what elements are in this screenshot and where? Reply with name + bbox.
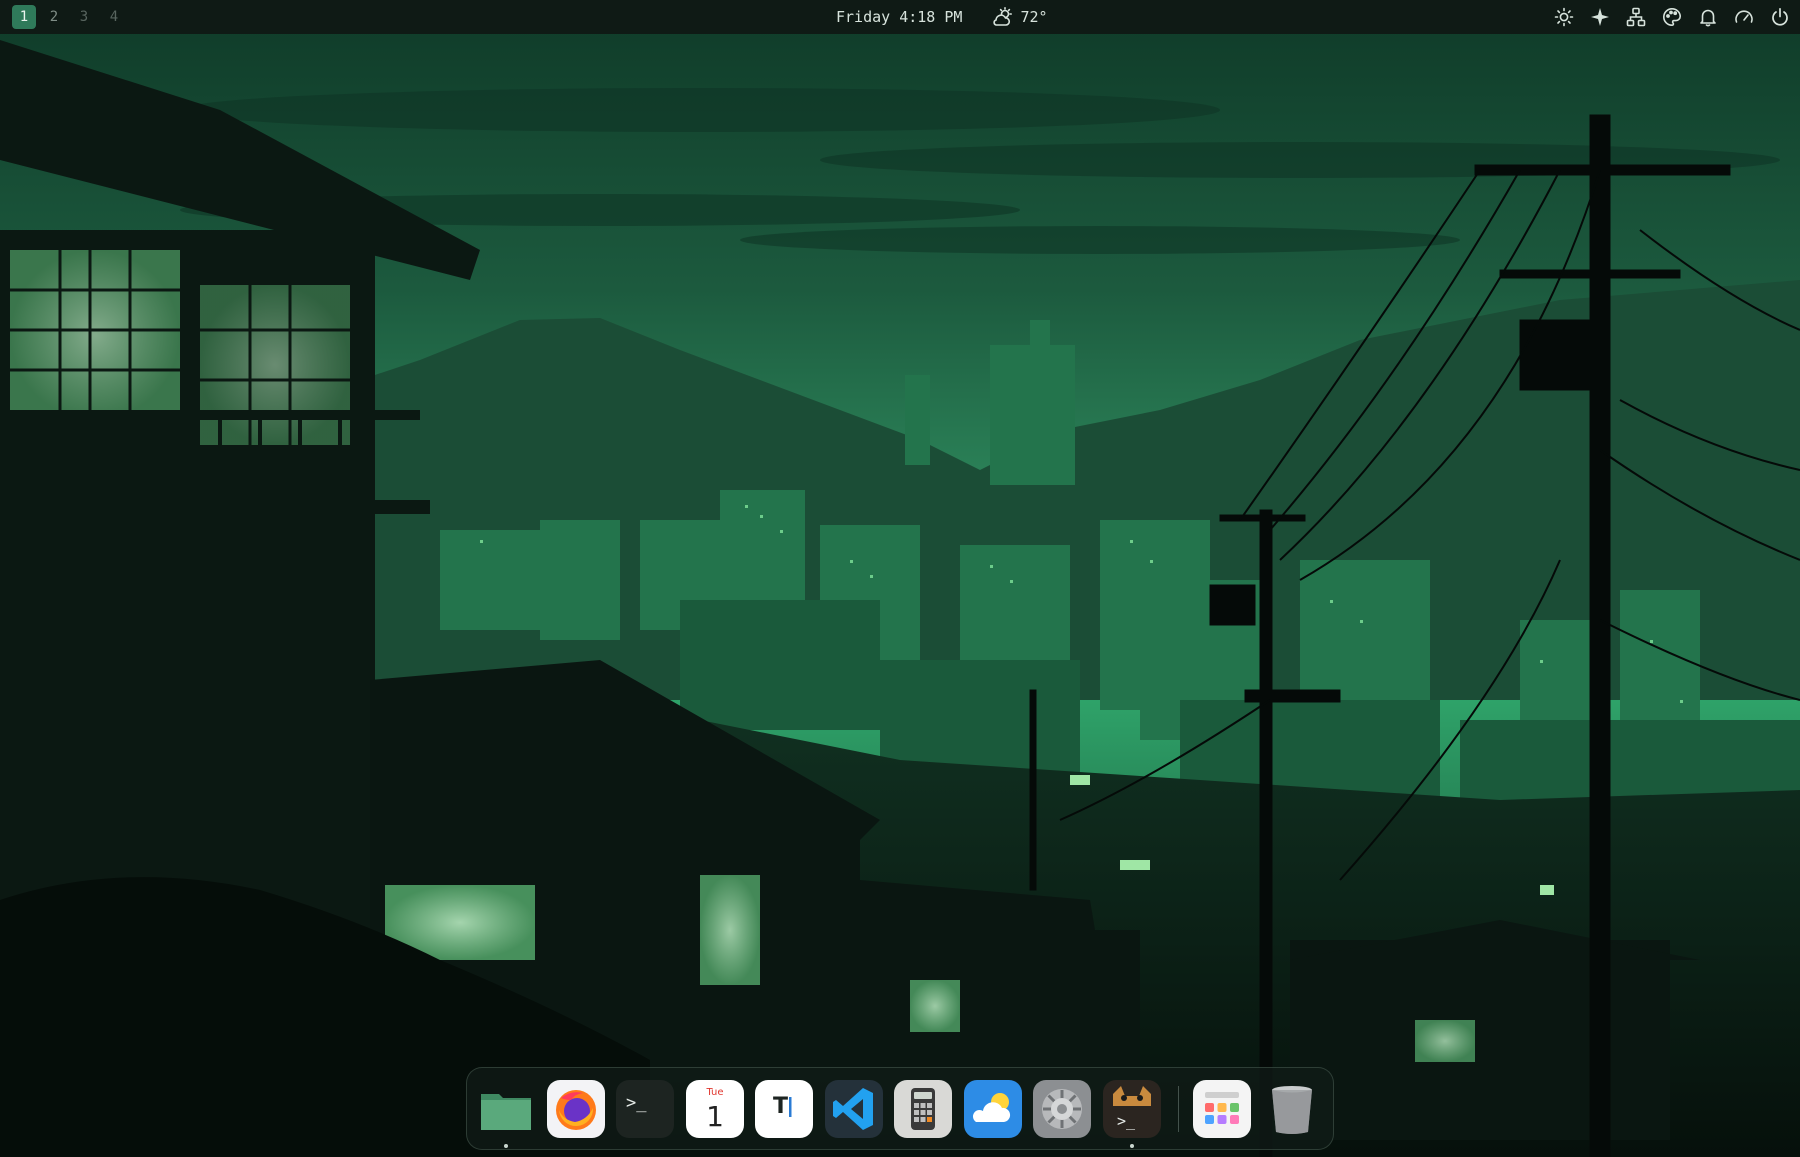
dock-separator <box>1178 1085 1179 1132</box>
svg-text:>_: >_ <box>626 1093 647 1113</box>
weather-icon <box>963 1079 1022 1138</box>
workspace-1-button[interactable]: 1 <box>12 5 36 29</box>
settings-gear-icon <box>1033 1079 1091 1138</box>
clock[interactable]: Friday 4:18 PM <box>836 8 962 26</box>
app-grid-icon <box>1193 1079 1251 1138</box>
svg-text:1: 1 <box>706 1100 724 1133</box>
palette-icon[interactable] <box>1660 5 1684 29</box>
vscode-app-button[interactable] <box>824 1079 883 1138</box>
partly-sunny-icon <box>993 7 1013 26</box>
workspace-4-button[interactable]: 4 <box>102 5 126 29</box>
weather-widget[interactable]: 72° <box>992 7 1048 27</box>
trash-icon <box>1271 1085 1312 1134</box>
svg-text:T: T <box>773 1094 788 1119</box>
calculator-app-button[interactable] <box>894 1079 952 1138</box>
running-indicator <box>504 1143 508 1148</box>
files-app-button[interactable] <box>477 1080 535 1148</box>
terminal-icon: >_ <box>616 1079 674 1138</box>
workspace-2-button[interactable]: 2 <box>42 5 66 29</box>
calendar-icon: Tue 1 <box>685 1079 744 1138</box>
weather-temperature: 72° <box>1020 8 1048 26</box>
terminal-app-button[interactable]: >_ <box>616 1079 674 1138</box>
text-editor-app-button[interactable]: T <box>755 1079 813 1138</box>
vscode-icon <box>824 1079 883 1138</box>
power-icon[interactable] <box>1768 5 1792 29</box>
firefox-icon <box>546 1079 605 1138</box>
weather-app-button[interactable] <box>963 1079 1022 1138</box>
network-icon[interactable] <box>1624 5 1648 29</box>
dock: >_ Tue 1 T >_ <box>466 1067 1334 1150</box>
top-bar: 1 2 3 4 Friday 4:18 PM 72° <box>0 0 1800 34</box>
cat-terminal-app-button[interactable]: >_ <box>1102 1079 1161 1148</box>
workspace-3-button[interactable]: 3 <box>72 5 96 29</box>
svg-text:>_: >_ <box>1117 1112 1136 1130</box>
desktop-wallpaper <box>0 0 1800 1157</box>
app-launcher-button[interactable] <box>1193 1079 1251 1138</box>
calculator-icon <box>894 1079 952 1138</box>
workspace-switcher: 1 2 3 4 <box>12 5 126 29</box>
sparkle-icon[interactable] <box>1588 5 1612 29</box>
svg-text:Tue: Tue <box>705 1087 723 1098</box>
trash-button[interactable] <box>1263 1080 1321 1138</box>
calendar-app-button[interactable]: Tue 1 <box>685 1079 744 1138</box>
cat-terminal-icon: >_ <box>1102 1079 1161 1138</box>
system-tray <box>1552 0 1792 34</box>
speedometer-icon[interactable] <box>1732 5 1756 29</box>
brightness-icon[interactable] <box>1552 5 1576 29</box>
text-editor-icon: T <box>755 1079 813 1138</box>
running-indicator <box>1129 1143 1134 1148</box>
folder-icon <box>481 1093 531 1130</box>
firefox-app-button[interactable] <box>546 1079 605 1138</box>
center-status: Friday 4:18 PM 72° <box>836 0 1048 34</box>
settings-app-button[interactable] <box>1033 1079 1091 1138</box>
bell-icon[interactable] <box>1696 5 1720 29</box>
